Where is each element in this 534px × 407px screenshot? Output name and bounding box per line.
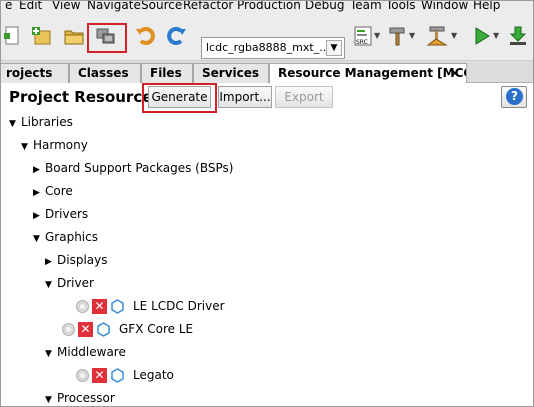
import-button[interactable]: Import... [218, 86, 272, 108]
expanded-triangle-icon[interactable]: ▼ [45, 276, 57, 294]
main-toolbar: lcdc_rgba8888_mxt_... ▼ SRC ▼ ▼ ▼ ▼ [1, 15, 533, 61]
menu-item-navigate[interactable]: Navigate [87, 1, 141, 12]
expanded-triangle-icon[interactable]: ▼ [45, 391, 57, 406]
collapsed-triangle-icon[interactable]: ▶ [33, 184, 45, 202]
menu-item-debug[interactable]: Debug [305, 1, 344, 12]
collapsed-triangle-icon[interactable]: ▶ [33, 207, 45, 225]
menu-bar: e Edit View Navigate Source Refactor Pro… [1, 1, 533, 15]
tab-classes[interactable]: Classes [69, 63, 141, 83]
tree-node-label: LE LCDC Driver [133, 299, 225, 313]
collapsed-triangle-icon[interactable]: ▶ [33, 161, 45, 179]
tab-classes-label: Classes [78, 66, 129, 80]
tree-node-label: Board Support Packages (BSPs) [45, 161, 234, 175]
tree-node-graphics[interactable]: ▼ Graphics [33, 228, 98, 246]
remove-component-icon[interactable]: ✕ [92, 299, 107, 314]
resource-tree: ▼ Libraries ▼ Harmony ▶ Board Support Packa… [1, 113, 533, 406]
menu-item-refactor[interactable]: Refactor [183, 1, 233, 12]
mcc-highlight-box [87, 23, 127, 53]
expanded-triangle-icon[interactable]: ▼ [33, 230, 45, 248]
project-configuration-select[interactable]: lcdc_rgba8888_mxt_... ▼ [201, 37, 345, 59]
tree-node-core[interactable]: ▶ Core [33, 182, 73, 200]
configuration-value: lcdc_rgba8888_mxt_... [206, 41, 330, 54]
tab-resource-management-label: Resource Management [MCC] [278, 66, 467, 80]
svg-text:SRC: SRC [356, 39, 368, 46]
tree-node-libraries[interactable]: ▼ Libraries [9, 113, 73, 131]
undo-icon[interactable] [133, 23, 159, 49]
run-dropdown-icon[interactable]: ▼ [493, 31, 499, 40]
menu-item-window[interactable]: Window [421, 1, 468, 12]
mplab-window: e Edit View Navigate Source Refactor Pro… [0, 0, 534, 407]
configure-gear-icon[interactable] [75, 368, 90, 383]
expanded-triangle-icon[interactable]: ▼ [21, 138, 33, 156]
tree-node-label: Drivers [45, 207, 89, 221]
new-file-icon[interactable] [3, 23, 21, 49]
tab-services[interactable]: Services [193, 63, 269, 83]
tree-node-label: Processor [57, 391, 115, 405]
tree-node-harmony[interactable]: ▼ Harmony [21, 136, 88, 154]
generate-highlight-box [142, 83, 217, 113]
tree-node-label: Core [45, 184, 73, 198]
panel-title: Project Resources [9, 88, 162, 106]
remove-component-icon[interactable]: ✕ [92, 368, 107, 383]
new-project-icon[interactable] [29, 23, 55, 49]
tree-node-processor[interactable]: ▼ Processor [45, 389, 115, 406]
help-button[interactable]: ? [501, 86, 527, 108]
export-button[interactable]: Export [275, 86, 333, 108]
open-project-icon[interactable] [61, 23, 87, 49]
menu-item-source[interactable]: Source [141, 1, 182, 12]
menu-item-file[interactable]: e [5, 1, 12, 12]
tab-projects[interactable]: rojects [1, 63, 69, 83]
tree-node-drivers[interactable]: ▶ Drivers [33, 205, 88, 223]
menu-item-view[interactable]: View [52, 1, 80, 12]
build-dropdown-icon[interactable]: ▼ [409, 31, 415, 40]
remove-component-icon[interactable]: ✕ [78, 322, 93, 337]
tree-leaf-le-lcdc-driver[interactable]: ✕ LE LCDC Driver [75, 297, 225, 315]
menu-item-production[interactable]: Production [237, 1, 301, 12]
close-tab-icon[interactable]: × [450, 64, 460, 82]
tree-node-label: Displays [57, 253, 108, 267]
tab-files-label: Files [150, 66, 182, 80]
expanded-triangle-icon[interactable]: ▼ [9, 115, 21, 133]
project-resources-header: Project Resources Generate Import... Exp… [1, 83, 533, 113]
component-hex-icon [97, 322, 110, 337]
tab-bar: rojects Classes Files Services Resource … [1, 61, 533, 84]
menu-item-team[interactable]: Team [350, 1, 382, 12]
component-hex-icon [111, 368, 124, 383]
configure-gear-icon[interactable] [75, 299, 90, 314]
menu-item-edit[interactable]: Edit [19, 1, 42, 12]
src-dropdown-icon[interactable]: ▼ [374, 31, 380, 40]
expanded-triangle-icon[interactable]: ▼ [45, 345, 57, 363]
tree-node-displays[interactable]: ▶ Displays [45, 251, 107, 269]
menu-item-help[interactable]: Help [473, 1, 500, 12]
tab-resource-management[interactable]: Resource Management [MCC] × [269, 63, 467, 84]
configure-gear-icon[interactable] [61, 322, 76, 337]
collapsed-triangle-icon[interactable]: ▶ [45, 253, 57, 271]
tree-node-label: Driver [57, 276, 94, 290]
tree-leaf-legato[interactable]: ✕ Legato [75, 366, 174, 384]
menu-item-tools[interactable]: Tools [386, 1, 416, 12]
tree-node-driver[interactable]: ▼ Driver [45, 274, 94, 292]
tree-node-middleware[interactable]: ▼ Middleware [45, 343, 126, 361]
component-hex-icon [111, 299, 124, 314]
tab-projects-label: rojects [6, 66, 53, 80]
clean-build-icon[interactable] [425, 23, 451, 49]
redo-icon[interactable] [163, 23, 189, 49]
tree-node-label: Graphics [45, 230, 98, 244]
tab-files[interactable]: Files [141, 63, 193, 83]
tree-node-label: Harmony [33, 138, 88, 152]
program-device-icon[interactable] [505, 23, 531, 49]
tab-services-label: Services [202, 66, 260, 80]
tree-node-bsps[interactable]: ▶ Board Support Packages (BSPs) [33, 159, 233, 177]
clean-build-dropdown-icon[interactable]: ▼ [451, 31, 457, 40]
help-icon: ? [506, 88, 523, 105]
tree-node-label: Middleware [57, 345, 126, 359]
tree-node-label: GFX Core LE [119, 322, 194, 336]
tree-leaf-gfx-core-le[interactable]: ✕ GFX Core LE [61, 320, 193, 338]
tree-node-label: Legato [133, 368, 174, 382]
build-hammer-icon[interactable] [385, 23, 411, 49]
run-icon[interactable] [469, 23, 495, 49]
tree-node-label: Libraries [21, 115, 73, 129]
chevron-down-icon[interactable]: ▼ [326, 40, 342, 56]
